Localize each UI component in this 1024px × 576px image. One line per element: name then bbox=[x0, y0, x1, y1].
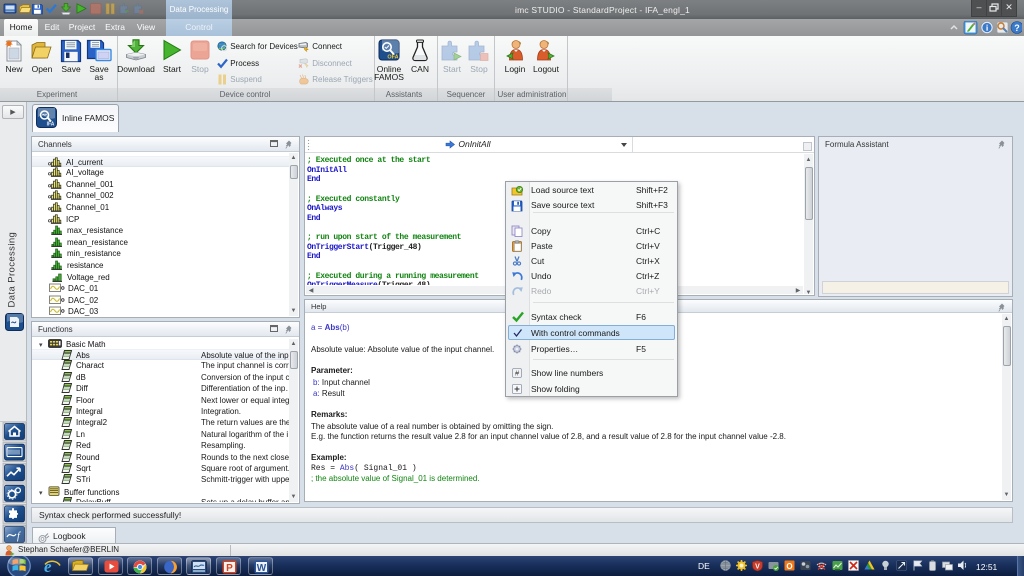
svg-text:P: P bbox=[226, 563, 233, 574]
svg-text:V: V bbox=[755, 564, 760, 571]
svg-text:?: ? bbox=[1014, 23, 1020, 33]
svg-text:IFA: IFA bbox=[47, 122, 55, 128]
svg-text:W: W bbox=[257, 563, 267, 574]
svg-text:OFA: OFA bbox=[387, 55, 398, 61]
svg-text:O: O bbox=[786, 562, 792, 571]
svg-text:e: e bbox=[44, 557, 52, 575]
